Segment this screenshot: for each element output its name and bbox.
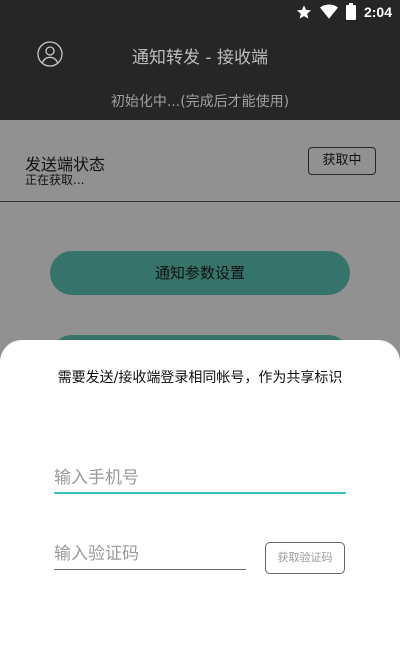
status-bar: 2:04 xyxy=(0,0,400,24)
verification-code-input[interactable] xyxy=(54,539,246,570)
get-code-button[interactable]: 获取验证码 xyxy=(265,542,345,574)
phone-input[interactable] xyxy=(54,464,346,494)
page-title: 通知转发 - 接收端 xyxy=(132,48,268,68)
battery-icon xyxy=(345,3,356,20)
init-status-text: 初始化中...(完成后才能使用) xyxy=(110,94,290,110)
login-hint: 需要发送/接收端登录相同帐号，作为共享标识 xyxy=(57,370,343,386)
star-icon xyxy=(296,4,311,19)
init-status-bar: 初始化中...(完成后才能使用) xyxy=(0,84,400,120)
app-bar: 通知转发 - 接收端 xyxy=(0,24,400,84)
status-icons: 2:04 xyxy=(296,3,392,20)
clock: 2:04 xyxy=(363,3,392,20)
login-sheet: 需要发送/接收端登录相同帐号，作为共享标识 获取验证码 xyxy=(0,340,400,661)
wifi-icon xyxy=(319,4,338,19)
